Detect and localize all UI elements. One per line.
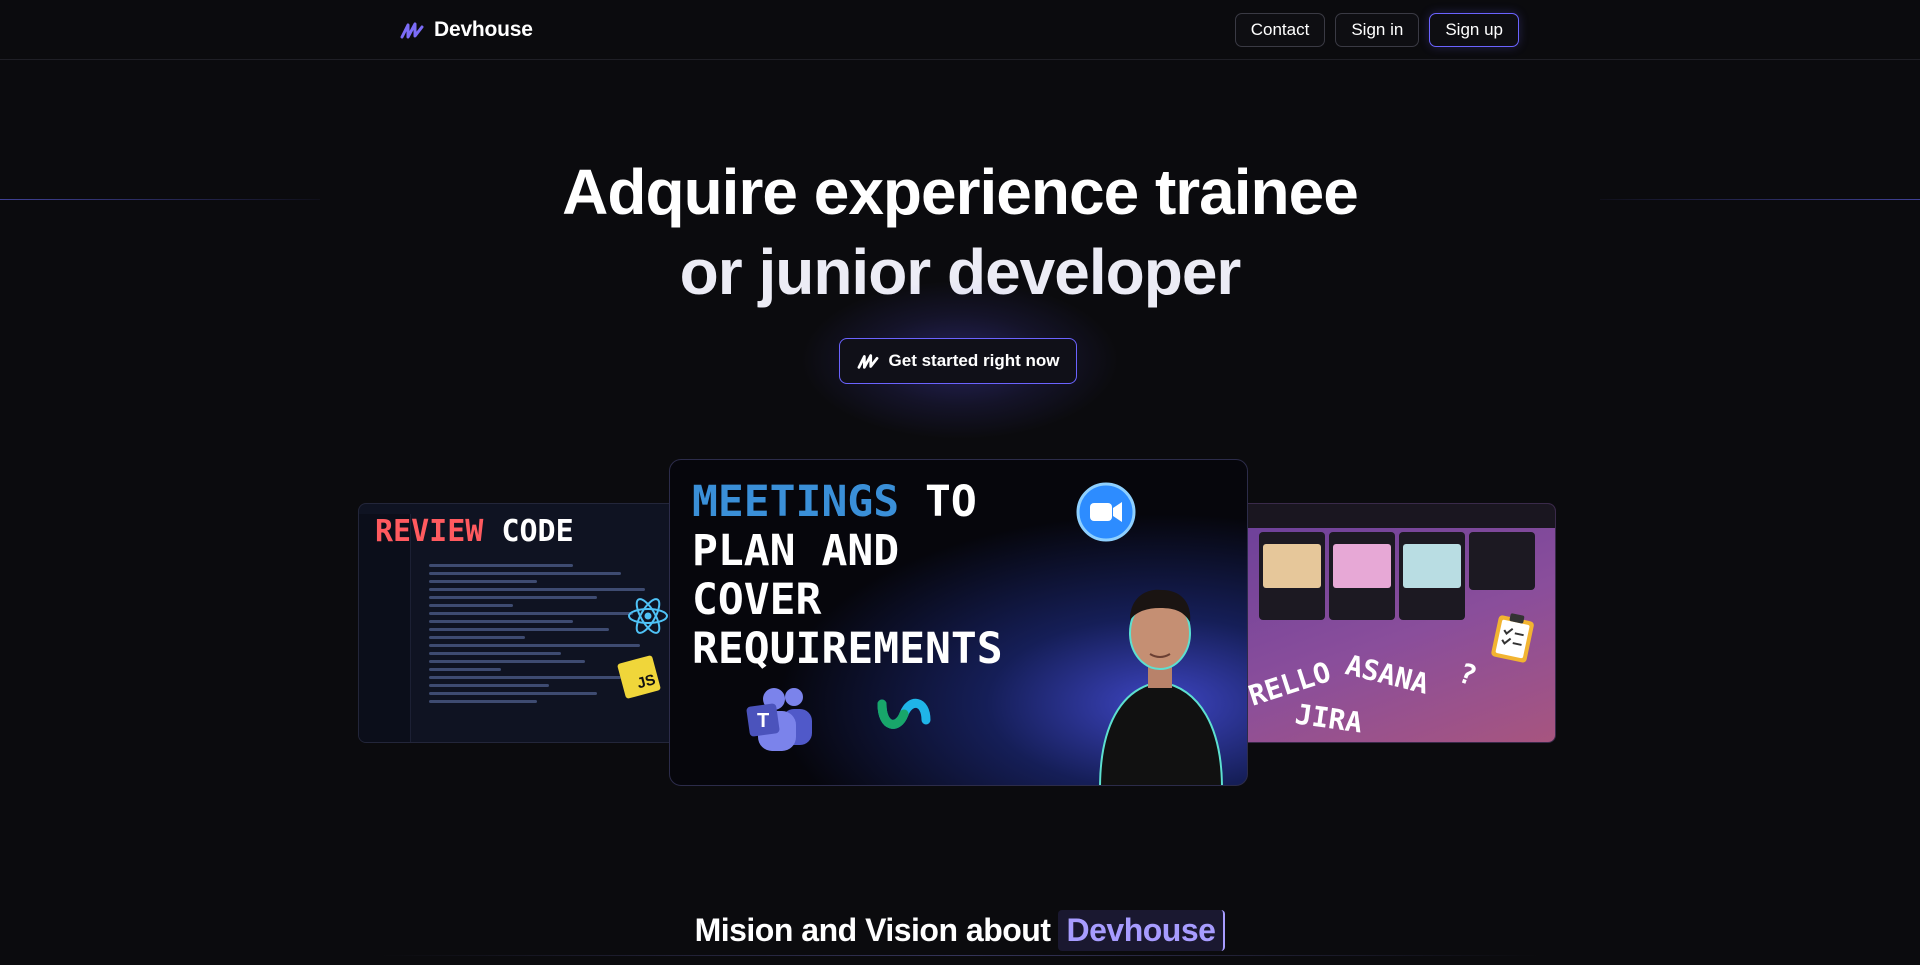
meetings-title-line-2: PLAN AND — [692, 526, 900, 576]
to-word: TO — [925, 477, 977, 527]
code-word: CODE — [501, 514, 574, 549]
meetings-title: MEETINGS TO PLAN AND COVER REQUIREMENTS — [692, 478, 1003, 674]
tools-card: TRELLO ASANA JIRA ? — [1236, 503, 1556, 743]
jira-word: JIRA — [1293, 697, 1365, 740]
react-icon — [628, 598, 668, 634]
review-word: REVIEW — [375, 514, 484, 549]
review-code-title: REVIEW CODE — [375, 514, 574, 549]
meetings-title-line-3: COVER — [692, 575, 822, 625]
kanban-toolbar — [1237, 504, 1555, 528]
brand-link[interactable]: Devhouse — [400, 15, 533, 45]
kanban-column — [1399, 532, 1465, 620]
devhouse-logo-icon — [400, 22, 424, 39]
devhouse-logo-icon — [857, 354, 878, 369]
kanban-column — [1329, 532, 1395, 620]
zoom-icon — [1076, 482, 1136, 542]
get-started-label: Get started right now — [888, 351, 1060, 370]
get-started-button[interactable]: Get started right now — [839, 338, 1077, 384]
signup-button[interactable]: Sign up — [1429, 13, 1519, 47]
person-image — [1099, 589, 1223, 785]
mission-heading: Mision and Vision about Devhouse — [0, 908, 1920, 952]
asana-word: ASANA — [1342, 648, 1433, 701]
meetings-title-line-4: REQUIREMENTS — [692, 624, 1003, 674]
tools-words: TRELLO ASANA JIRA ? — [1237, 648, 1555, 742]
contact-button[interactable]: Contact — [1234, 13, 1326, 47]
navbar: Devhouse Contact Sign in Sign up — [0, 0, 1920, 60]
mission-title: Mision and Vision about — [694, 911, 1051, 948]
section-divider — [380, 955, 1540, 956]
nav-actions: Contact Sign in Sign up — [1234, 13, 1519, 47]
hero-title-line-1: Adquire experience trainee — [562, 156, 1359, 228]
kanban-column — [1469, 532, 1535, 590]
teams-letter: T — [757, 710, 769, 732]
teams-icon: T — [746, 688, 812, 751]
signin-button[interactable]: Sign in — [1335, 13, 1420, 47]
kanban-column — [1259, 532, 1325, 620]
meetings-card: MEETINGS TO PLAN AND COVER REQUIREMENTS … — [669, 459, 1248, 786]
review-code-card: REVIEW CODE JS — [358, 503, 678, 743]
mission-highlight: Devhouse — [1058, 909, 1226, 951]
clipboard-icon — [1491, 613, 1534, 663]
question-mark: ? — [1453, 656, 1481, 693]
webex-icon — [877, 699, 931, 729]
meetings-word: MEETINGS — [692, 477, 900, 527]
brand-name: Devhouse — [434, 18, 533, 41]
